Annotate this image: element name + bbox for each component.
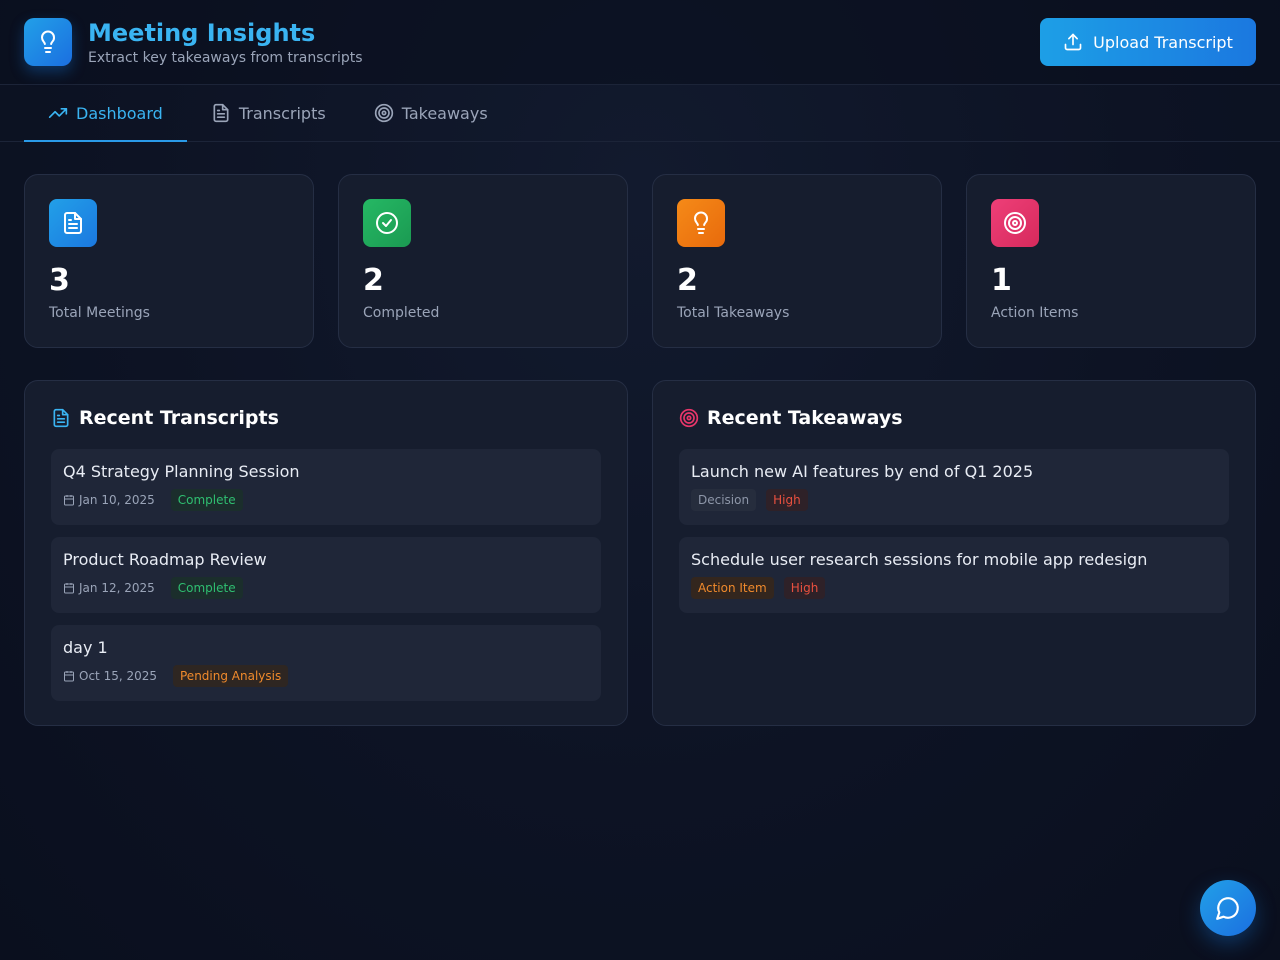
stat-card-action-items: 1 Action Items — [966, 174, 1256, 348]
lightbulb-icon — [24, 18, 72, 66]
target-icon — [374, 103, 393, 123]
stat-label: Action Items — [991, 305, 1079, 321]
priority-badge: High — [766, 489, 808, 511]
upload-button-label: Upload Transcript — [1093, 32, 1233, 52]
date-text: Jan 10, 2025 — [79, 493, 155, 507]
panels-row: Recent Transcripts Q4 Strategy Planning … — [0, 348, 1280, 726]
takeaway-item[interactable]: Schedule user research sessions for mobi… — [679, 537, 1229, 613]
transcript-title: Product Roadmap Review — [63, 550, 267, 569]
stat-value: 2 — [677, 263, 698, 298]
calendar-icon — [64, 583, 74, 594]
target-icon — [991, 199, 1039, 247]
takeaway-list: Launch new AI features by end of Q1 2025… — [679, 449, 1229, 613]
type-badge: Action Item — [691, 577, 774, 599]
calendar-icon — [64, 495, 74, 506]
tab-transcripts[interactable]: Transcripts — [187, 85, 350, 141]
recent-transcripts-panel: Recent Transcripts Q4 Strategy Planning … — [24, 380, 628, 726]
lightbulb-icon — [677, 199, 725, 247]
brand: Meeting Insights Extract key takeaways f… — [24, 18, 363, 66]
transcript-title: Q4 Strategy Planning Session — [63, 462, 300, 481]
upload-icon — [1064, 33, 1082, 51]
tab-takeaways[interactable]: Takeaways — [350, 85, 512, 141]
transcript-item[interactable]: Q4 Strategy Planning Session Jan 10, 202… — [51, 449, 601, 525]
file-text-icon — [49, 199, 97, 247]
app-header: Meeting Insights Extract key takeaways f… — [0, 0, 1280, 85]
tab-label: Dashboard — [76, 103, 163, 123]
transcript-item[interactable]: day 1 Oct 15, 2025 Pending Analysis — [51, 625, 601, 701]
date-text: Oct 15, 2025 — [79, 669, 157, 683]
stat-label: Total Meetings — [49, 305, 150, 321]
target-icon — [679, 408, 699, 428]
trending-up-icon — [48, 108, 68, 118]
file-text-icon — [53, 408, 69, 428]
transcript-list: Q4 Strategy Planning Session Jan 10, 202… — [51, 449, 601, 701]
stats-row: 3 Total Meetings 2 Completed 2 Total Tak… — [0, 142, 1280, 348]
panel-title: Recent Transcripts — [79, 407, 279, 429]
recent-takeaways-panel: Recent Takeaways Launch new AI features … — [652, 380, 1256, 726]
upload-transcript-button[interactable]: Upload Transcript — [1040, 18, 1256, 66]
stat-value: 3 — [49, 263, 70, 298]
tab-bar: Dashboard Transcripts Takeaways — [0, 85, 1280, 142]
stat-label: Total Takeaways — [677, 305, 790, 321]
check-circle-icon — [363, 199, 411, 247]
status-badge: Complete — [170, 489, 243, 511]
priority-badge: High — [783, 577, 826, 599]
stat-value: 2 — [363, 263, 384, 298]
file-text-icon — [213, 103, 229, 123]
status-badge: Pending Analysis — [173, 665, 289, 687]
chat-button[interactable] — [1200, 880, 1256, 936]
takeaway-title: Launch new AI features by end of Q1 2025 — [691, 462, 1034, 481]
date-text: Jan 12, 2025 — [79, 581, 155, 595]
tab-label: Transcripts — [238, 103, 326, 123]
status-badge: Complete — [170, 577, 243, 599]
calendar-icon — [64, 671, 74, 682]
transcript-date: Oct 15, 2025 — [63, 669, 157, 683]
transcript-date: Jan 12, 2025 — [63, 581, 155, 595]
transcript-date: Jan 10, 2025 — [63, 493, 155, 507]
type-badge: Decision — [691, 489, 757, 511]
stat-card-total-meetings: 3 Total Meetings — [24, 174, 314, 348]
transcript-title: day 1 — [63, 638, 108, 657]
tab-label: Takeaways — [401, 103, 488, 123]
panel-title: Recent Takeaways — [707, 407, 903, 429]
stat-label: Completed — [363, 305, 440, 321]
stat-card-total-takeaways: 2 Total Takeaways — [652, 174, 942, 348]
chat-bubble-icon — [1216, 897, 1239, 920]
stat-card-completed: 2 Completed — [338, 174, 628, 348]
transcript-item[interactable]: Product Roadmap Review Jan 12, 2025 Comp… — [51, 537, 601, 613]
app-title: Meeting Insights — [88, 18, 316, 47]
app-subtitle: Extract key takeaways from transcripts — [88, 49, 363, 66]
takeaway-title: Schedule user research sessions for mobi… — [691, 550, 1148, 569]
stat-value: 1 — [991, 263, 1012, 298]
tab-dashboard[interactable]: Dashboard — [24, 85, 187, 142]
takeaway-item[interactable]: Launch new AI features by end of Q1 2025… — [679, 449, 1229, 525]
